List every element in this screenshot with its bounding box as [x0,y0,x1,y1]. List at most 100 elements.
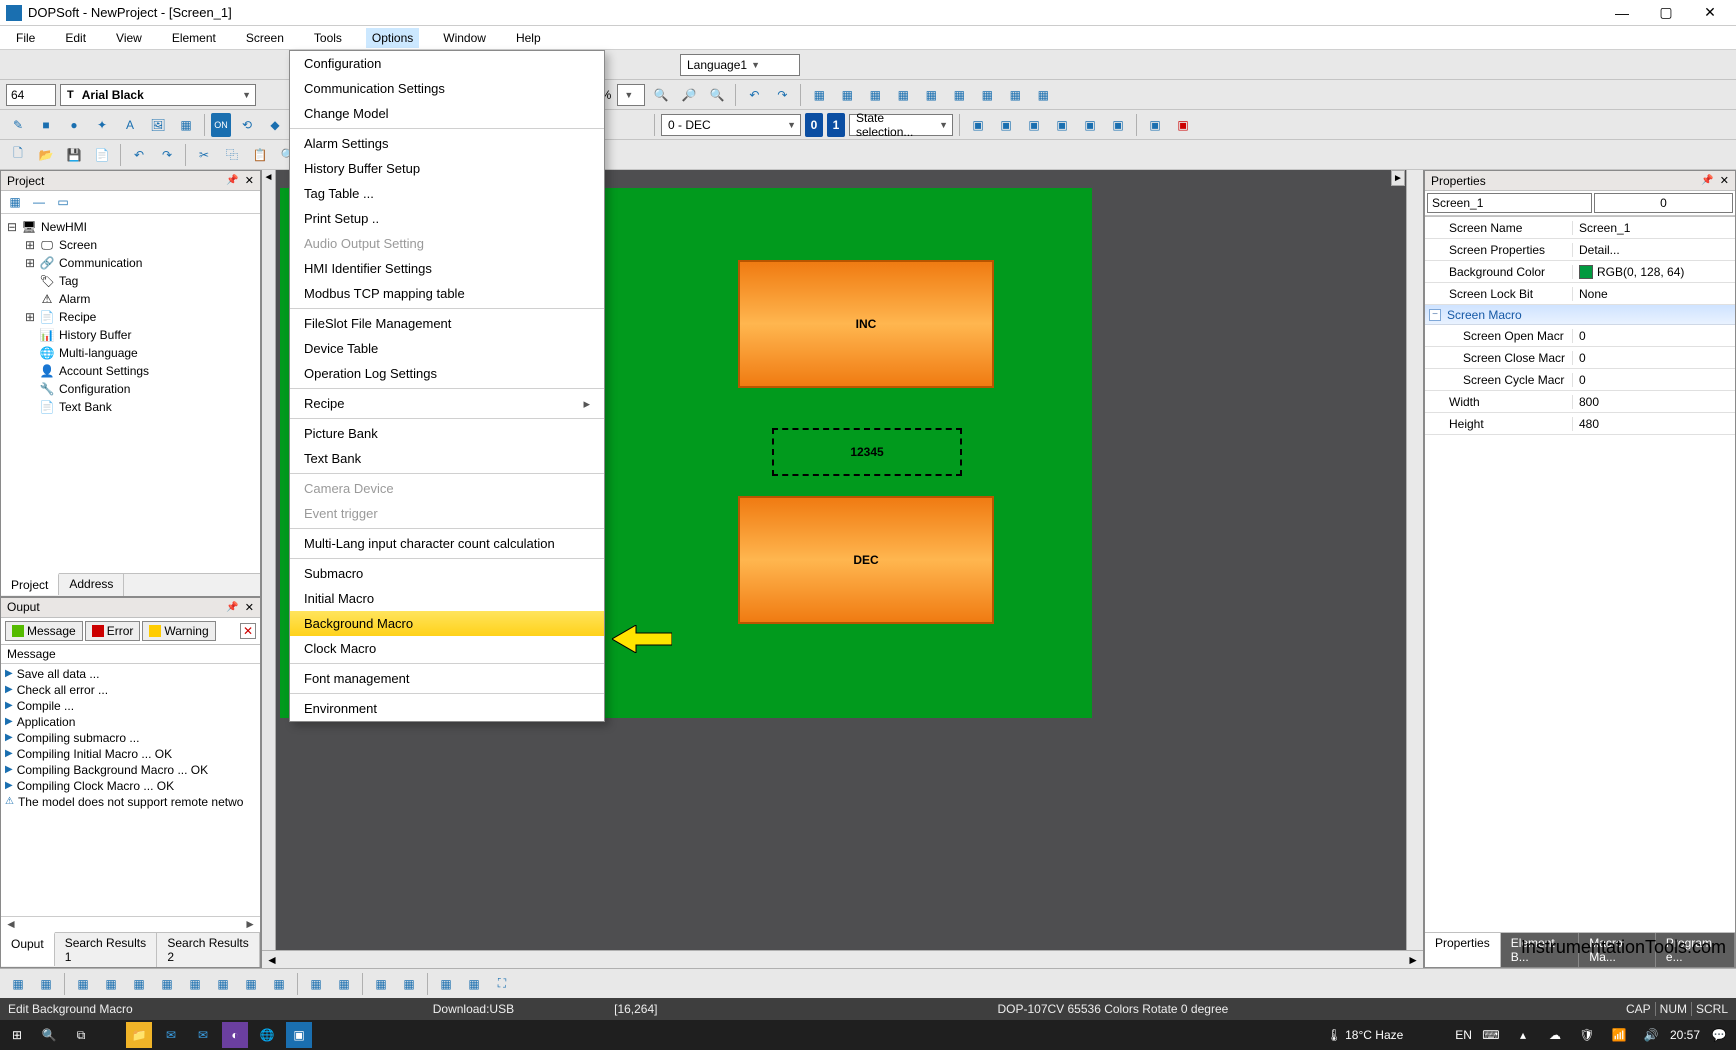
font-combo[interactable]: TArial Black ▼ [60,84,256,106]
search-icon[interactable]: 🔍 [36,1022,62,1048]
output-item[interactable]: ▶Compiling Background Macro ... OK [5,762,256,778]
output-item[interactable]: ▶Compiling submacro ... [5,730,256,746]
property-row[interactable]: Screen Close Macr0 [1425,347,1735,369]
options-item[interactable]: History Buffer Setup [290,156,604,181]
vertical-scrollbar[interactable] [1406,170,1423,950]
tool-b-icon[interactable]: ▣ [994,113,1018,137]
pin-icon[interactable]: 📌 [226,602,238,613]
tool-f-icon[interactable]: ▣ [1106,113,1130,137]
bt-icon-6[interactable]: ▦ [155,972,179,996]
options-item[interactable]: Multi-Lang input character count calcula… [290,531,604,556]
tree-item[interactable]: ⚠Alarm [3,290,258,308]
on-icon[interactable]: ON [211,113,231,137]
tray-notif-icon[interactable]: 💬 [1706,1022,1732,1048]
bt-icon-13[interactable]: ▦ [369,972,393,996]
options-item[interactable]: Background Macro [290,611,604,636]
bt-icon-11[interactable]: ▦ [304,972,328,996]
bt-icon-4[interactable]: ▦ [99,972,123,996]
bt-icon-10[interactable]: ▦ [267,972,291,996]
app1-icon[interactable]: ◐ [222,1022,248,1048]
text-icon[interactable]: A [118,113,142,137]
close-button[interactable]: ✕ [1702,5,1718,21]
new-icon[interactable]: 🗋 [6,143,30,167]
align6-icon[interactable]: ▦ [947,83,971,107]
options-item[interactable]: FileSlot File Management [290,311,604,336]
tab-message[interactable]: Message [5,621,83,641]
tree-item[interactable]: ⊞🔗Communication [3,254,258,272]
options-item[interactable]: Device Table [290,336,604,361]
output-item[interactable]: ▶Compiling Clock Macro ... OK [5,778,256,794]
open-icon[interactable]: 📂 [34,143,58,167]
state1-icon[interactable]: 1 [827,113,845,137]
properties-tab[interactable]: Properties [1425,933,1501,967]
property-row[interactable]: Screen NameScreen_1 [1425,217,1735,239]
undo-icon[interactable]: ↶ [742,83,766,107]
tool-g-icon[interactable]: ▣ [1143,113,1167,137]
close-icon[interactable]: ✕ [245,174,254,187]
undo2-icon[interactable]: ↶ [127,143,151,167]
pencil-icon[interactable]: ✎ [6,113,30,137]
align2-icon[interactable]: ▦ [835,83,859,107]
options-item[interactable]: Environment [290,696,604,721]
dec-combo[interactable]: 0 - DEC▼ [661,114,801,136]
options-item[interactable]: Text Bank [290,446,604,471]
tree-item[interactable]: ⊞🖵Screen [3,236,258,254]
options-item[interactable]: Print Setup .. [290,206,604,231]
redo-icon[interactable]: ↷ [770,83,794,107]
project-tool-b-icon[interactable]: — [29,193,49,211]
menu-file[interactable]: File [10,28,41,48]
tray-cloud-icon[interactable]: ☁ [1542,1022,1568,1048]
property-category[interactable]: −Screen Macro [1425,305,1735,325]
copy-icon[interactable]: ⿻ [220,143,244,167]
align5-icon[interactable]: ▦ [919,83,943,107]
tab-address[interactable]: Address [59,574,124,596]
property-row[interactable]: Background ColorRGB(0, 128, 64) [1425,261,1735,283]
output-item[interactable]: ▶Check all error ... [5,682,256,698]
property-row[interactable]: Screen Cycle Macr0 [1425,369,1735,391]
property-row[interactable]: Screen Lock BitNone [1425,283,1735,305]
tree-item[interactable]: 📄Text Bank [3,398,258,416]
options-item[interactable]: Picture Bank [290,421,604,446]
diamond-icon[interactable]: ◆ [263,113,287,137]
saveas-icon[interactable]: 📄 [90,143,114,167]
tab-error[interactable]: Error [85,621,141,641]
options-item[interactable]: Clock Macro [290,636,604,661]
options-item[interactable]: Alarm Settings [290,131,604,156]
bt-icon-8[interactable]: ▦ [211,972,235,996]
bt-icon-7[interactable]: ▦ [183,972,207,996]
options-item[interactable]: Tag Table ... [290,181,604,206]
tray-lang[interactable]: EN [1455,1028,1472,1042]
property-row[interactable]: Screen Open Macr0 [1425,325,1735,347]
close-icon[interactable]: ✕ [1720,174,1729,187]
tab-project[interactable]: Project [1,573,59,595]
align4-icon[interactable]: ▦ [891,83,915,107]
output-tab[interactable]: Search Results 2 [157,933,260,967]
taskview-icon[interactable]: ⧉ [68,1022,94,1048]
bt-icon-15[interactable]: ▦ [434,972,458,996]
canvas-scroll-left-icon[interactable]: ◄ [262,170,276,968]
project-tool-c-icon[interactable]: ▭ [53,193,73,211]
menu-help[interactable]: Help [510,28,547,48]
font-size-input[interactable] [6,84,56,106]
state-select-combo[interactable]: State selection...▼ [849,114,953,136]
zoom-fit-icon[interactable]: 🔍 [705,83,729,107]
output-tab[interactable]: Ouput [1,932,55,966]
align8-icon[interactable]: ▦ [1003,83,1027,107]
options-item[interactable]: Font management [290,666,604,691]
clear-icon[interactable]: ✕ [240,623,256,639]
explorer-icon[interactable]: 📁 [126,1022,152,1048]
mail2-icon[interactable]: ✉ [190,1022,216,1048]
output-item[interactable]: ⚠The model does not support remote netwo [5,794,256,810]
weather[interactable]: 🌡 18°C Haze [1327,1028,1404,1042]
properties-selector[interactable] [1427,193,1592,213]
dopsoft-icon[interactable]: ▣ [286,1022,312,1048]
tab-warning[interactable]: Warning [142,621,215,641]
tray-wifi-icon[interactable]: 📶 [1606,1022,1632,1048]
scroll-right-icon[interactable]: ► [244,917,256,932]
options-item[interactable]: Recipe [290,391,604,416]
tool-c-icon[interactable]: ▣ [1022,113,1046,137]
tool-h-icon[interactable]: ▣ [1171,113,1195,137]
property-row[interactable]: Screen PropertiesDetail... [1425,239,1735,261]
bt-icon-9[interactable]: ▦ [239,972,263,996]
menu-edit[interactable]: Edit [59,28,92,48]
